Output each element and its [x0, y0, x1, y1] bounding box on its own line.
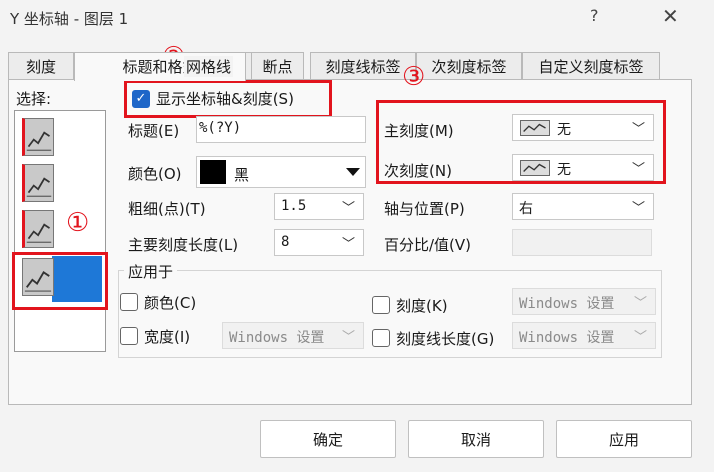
annotation-box-2: [124, 80, 332, 118]
tab-break[interactable]: 断点: [251, 52, 304, 79]
apply-tick-length-value: Windows 设置: [519, 330, 615, 346]
percent-value-input[interactable]: [512, 229, 652, 256]
apply-width-label: 宽度(I): [144, 328, 191, 346]
apply-button[interactable]: 应用: [556, 420, 692, 458]
chevron-down-icon[interactable]: ﹀: [634, 292, 647, 311]
apply-tick-label: 刻度(K): [396, 297, 448, 315]
annotation-box-1: [12, 252, 108, 310]
apply-tick-length-label: 刻度线长度(G): [396, 330, 495, 348]
apply-color-label: 颜色(C): [144, 294, 197, 312]
apply-width-checkbox[interactable]: [120, 327, 138, 345]
apply-tick-length-checkbox[interactable]: [372, 329, 390, 347]
apply-tick-value: Windows 设置: [519, 296, 615, 312]
axis-item-2[interactable]: [22, 164, 54, 202]
axis-item-3[interactable]: [22, 210, 54, 248]
axis-position-label: 轴与位置(P): [384, 200, 465, 218]
annotation-1: ①: [66, 208, 90, 238]
axis-position-value: 右: [519, 201, 533, 217]
title-input[interactable]: %(?Y): [196, 116, 366, 143]
major-tick-length-value: 8: [281, 234, 290, 250]
apply-width-combo[interactable]: Windows 设置 ﹀: [222, 322, 364, 349]
major-tick-length-combo[interactable]: 8 ﹀: [274, 229, 364, 256]
tab-custom-tick-labels[interactable]: 自定义刻度标签: [522, 52, 660, 79]
selection-label: 选择:: [16, 90, 52, 108]
annotation-3: ③: [402, 62, 426, 92]
apply-width-value: Windows 设置: [229, 330, 325, 346]
tab-scale[interactable]: 刻度: [8, 52, 74, 79]
tab-gridlines[interactable]: 网格线: [184, 56, 234, 77]
major-tick-length-label: 主要刻度长度(L): [128, 236, 239, 254]
tab-tick-labels[interactable]: 刻度线标签: [310, 52, 416, 79]
help-button[interactable]: ?: [590, 6, 599, 25]
thickness-value: 1.5: [281, 198, 307, 214]
apply-tick-length-combo[interactable]: Windows 设置 ﹀: [512, 322, 656, 349]
color-label: 颜色(O): [128, 165, 182, 183]
apply-tick-checkbox[interactable]: [372, 296, 390, 314]
cancel-button[interactable]: 取消: [408, 420, 544, 458]
chevron-down-icon[interactable]: ﹀: [342, 326, 355, 345]
close-button[interactable]: ✕: [662, 4, 679, 28]
apply-tick-combo[interactable]: Windows 设置 ﹀: [512, 288, 656, 315]
axis-item-1[interactable]: [22, 118, 54, 156]
color-value: 黑: [234, 166, 250, 184]
chevron-down-icon[interactable]: ﹀: [342, 197, 355, 216]
apply-color-checkbox[interactable]: [120, 293, 138, 311]
tab-bar: 刻度 标题和格式 断点 刻度线标签 次刻度标签 自定义刻度标签: [8, 52, 690, 81]
thickness-label: 粗细(点)(T): [128, 200, 206, 218]
title-label: 标题(E): [128, 122, 180, 140]
color-dropdown-icon[interactable]: [346, 168, 360, 176]
apply-group-label: 应用于: [124, 261, 178, 282]
ok-button[interactable]: 确定: [260, 420, 396, 458]
annotation-box-3: [376, 100, 666, 184]
chevron-down-icon[interactable]: ﹀: [632, 197, 645, 216]
chevron-down-icon[interactable]: ﹀: [342, 233, 355, 252]
percent-value-label: 百分比/值(V): [384, 236, 472, 254]
tab-minor-tick-labels[interactable]: 次刻度标签: [416, 52, 522, 79]
thickness-combo[interactable]: 1.5 ﹀: [274, 193, 364, 220]
axis-position-combo[interactable]: 右 ﹀: [512, 193, 654, 220]
color-swatch: [200, 160, 226, 184]
window-title: Y 坐标轴 - 图层 1: [10, 10, 129, 28]
chevron-down-icon[interactable]: ﹀: [634, 326, 647, 345]
